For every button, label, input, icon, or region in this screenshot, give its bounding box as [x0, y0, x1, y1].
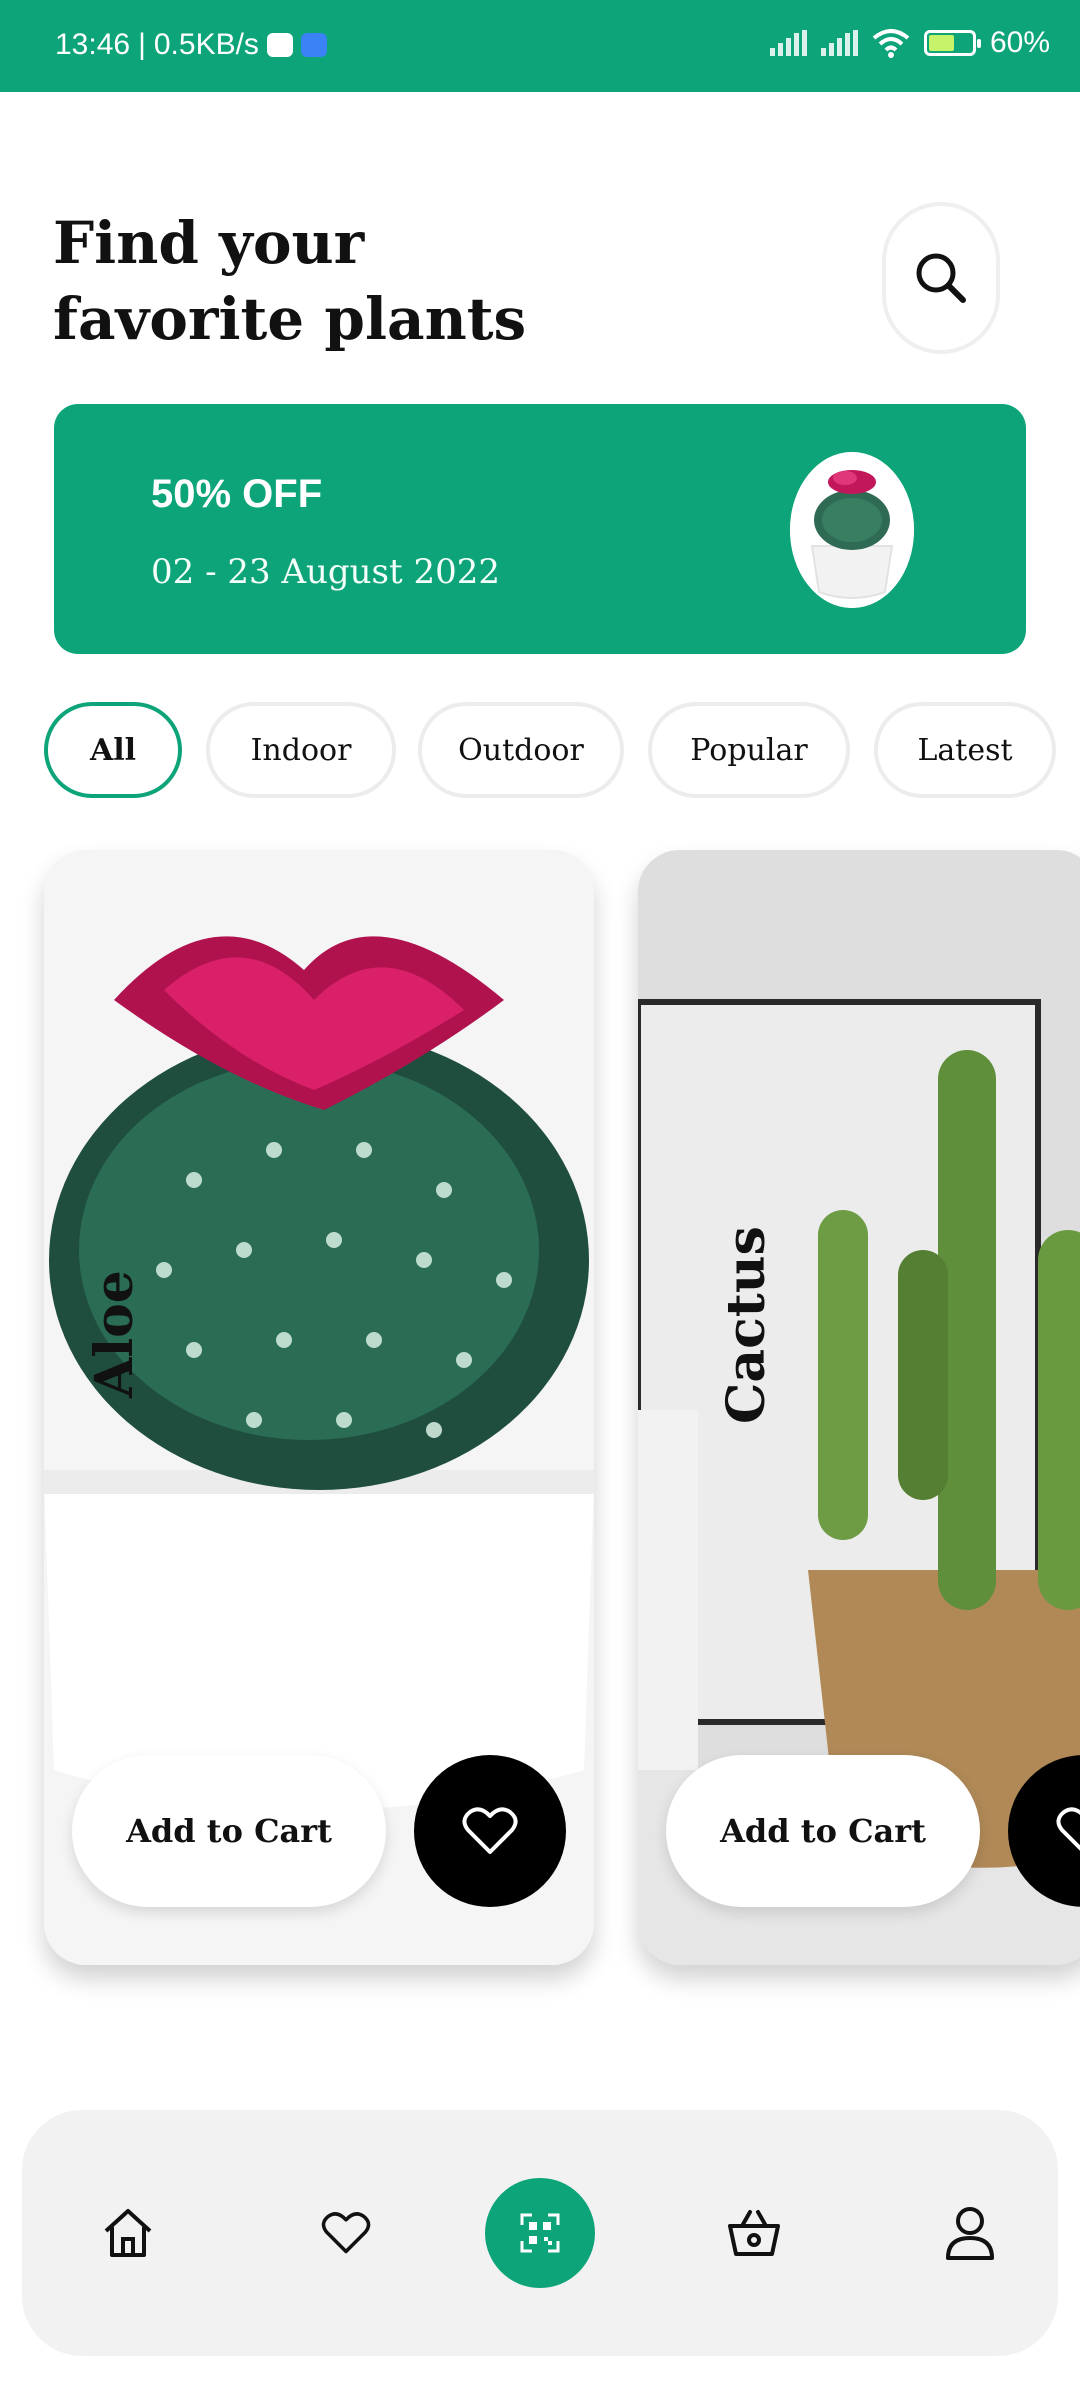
battery-percent: 60% — [989, 26, 1050, 59]
heart-icon — [321, 2212, 371, 2254]
nav-favorites[interactable] — [286, 2110, 406, 2356]
nav-basket[interactable] — [694, 2110, 814, 2356]
status-bar: 13:46 | 0.5KB/s 60% — [0, 0, 1080, 92]
product-card-aloe[interactable]: Aloe Add to Cart — [44, 850, 594, 1965]
nav-home[interactable] — [68, 2110, 188, 2356]
status-time: 13:46 — [55, 28, 131, 61]
chip-all[interactable]: All — [44, 702, 182, 798]
home-icon — [104, 2209, 152, 2257]
status-right: 60% — [769, 26, 1050, 60]
product-name: Cactus — [716, 1226, 777, 1424]
product-name: Aloe — [84, 1270, 145, 1398]
status-speed: 0.5KB/s — [153, 28, 259, 61]
user-icon — [946, 2207, 994, 2260]
product-card-cactus[interactable]: Cactus Add to Cart — [638, 850, 1080, 1965]
wifi-icon — [872, 29, 910, 58]
chip-indoor[interactable]: Indoor — [206, 702, 396, 798]
promo-plant-image — [790, 452, 914, 608]
chip-popular[interactable]: Popular — [648, 702, 850, 798]
add-to-cart-button[interactable]: Add to Cart — [72, 1755, 386, 1907]
chip-outdoor[interactable]: Outdoor — [418, 702, 624, 798]
app-notification-icon — [300, 33, 327, 57]
basket-icon — [728, 2210, 780, 2256]
promo-banner[interactable]: 50% OFF 02 - 23 August 2022 — [54, 404, 1026, 654]
signal-icon — [769, 30, 807, 56]
search-icon — [916, 253, 966, 303]
status-separator: | — [138, 28, 146, 61]
nav-profile[interactable] — [910, 2110, 1030, 2356]
nav-scan[interactable] — [485, 2178, 595, 2288]
notification-icon — [266, 33, 293, 57]
signal-icon-2 — [820, 30, 858, 56]
bottom-navigation — [22, 2110, 1058, 2356]
heart-icon — [1056, 1807, 1080, 1851]
category-chips: All Indoor Outdoor Popular Latest — [44, 702, 1080, 798]
add-to-cart-button[interactable]: Add to Cart — [666, 1755, 980, 1907]
promo-discount: 50% OFF — [151, 472, 323, 516]
page-title: Find your favorite plants — [53, 209, 527, 353]
battery-icon — [923, 30, 981, 56]
favorite-button[interactable] — [414, 1755, 566, 1907]
status-left: 13:46 | 0.5KB/s — [55, 28, 327, 62]
chip-latest[interactable]: Latest — [874, 702, 1056, 798]
heart-icon — [462, 1807, 518, 1854]
search-button[interactable] — [882, 202, 1000, 354]
qr-code-icon — [520, 2213, 560, 2253]
promo-dates: 02 - 23 August 2022 — [151, 552, 500, 592]
